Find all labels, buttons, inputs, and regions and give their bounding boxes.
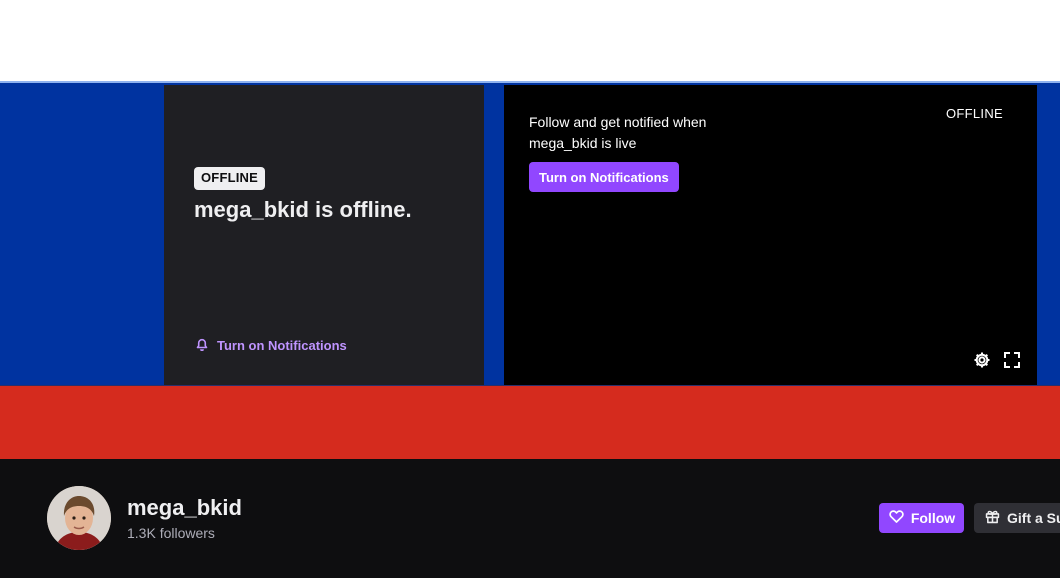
settings-icon[interactable] bbox=[972, 350, 992, 370]
offline-panel: OFFLINE mega_bkid is offline. Turn on No… bbox=[164, 85, 484, 385]
follow-button[interactable]: Follow bbox=[879, 503, 964, 533]
gift-sub-button[interactable]: Gift a Sub bbox=[974, 503, 1060, 533]
channel-name[interactable]: mega_bkid bbox=[127, 495, 242, 521]
heart-icon bbox=[888, 508, 905, 528]
avatar[interactable] bbox=[47, 486, 111, 550]
channel-page: OFFLINE mega_bkid is offline. Turn on No… bbox=[0, 0, 1060, 578]
player-follow-text: Follow and get notified when mega_bkid i… bbox=[529, 114, 707, 151]
banner-red-stripe bbox=[0, 386, 1060, 459]
banner-divider bbox=[0, 385, 1060, 386]
gift-icon bbox=[984, 508, 1001, 528]
fullscreen-icon[interactable] bbox=[1002, 350, 1022, 370]
offline-title: mega_bkid is offline. bbox=[194, 197, 412, 222]
player-controls bbox=[972, 350, 1022, 370]
player-offline-label: OFFLINE bbox=[946, 106, 1003, 121]
follow-button-label: Follow bbox=[910, 510, 956, 526]
top-whitespace bbox=[0, 0, 1060, 82]
video-player[interactable]: Follow and get notified when mega_bkid i… bbox=[504, 85, 1037, 385]
gift-sub-button-label: Gift a Sub bbox=[1007, 510, 1060, 526]
follower-count: 1.3K followers bbox=[127, 525, 215, 541]
turn-on-notifications-label: Turn on Notifications bbox=[217, 337, 347, 353]
channel-info-bar: mega_bkid 1.3K followers Follow Gift a S… bbox=[0, 459, 1060, 578]
turn-on-notifications-link[interactable]: Turn on Notifications bbox=[194, 335, 347, 355]
offline-badge: OFFLINE bbox=[194, 167, 266, 190]
player-turn-on-notifications-button[interactable]: Turn on Notifications bbox=[529, 162, 679, 192]
bell-icon bbox=[194, 336, 210, 355]
